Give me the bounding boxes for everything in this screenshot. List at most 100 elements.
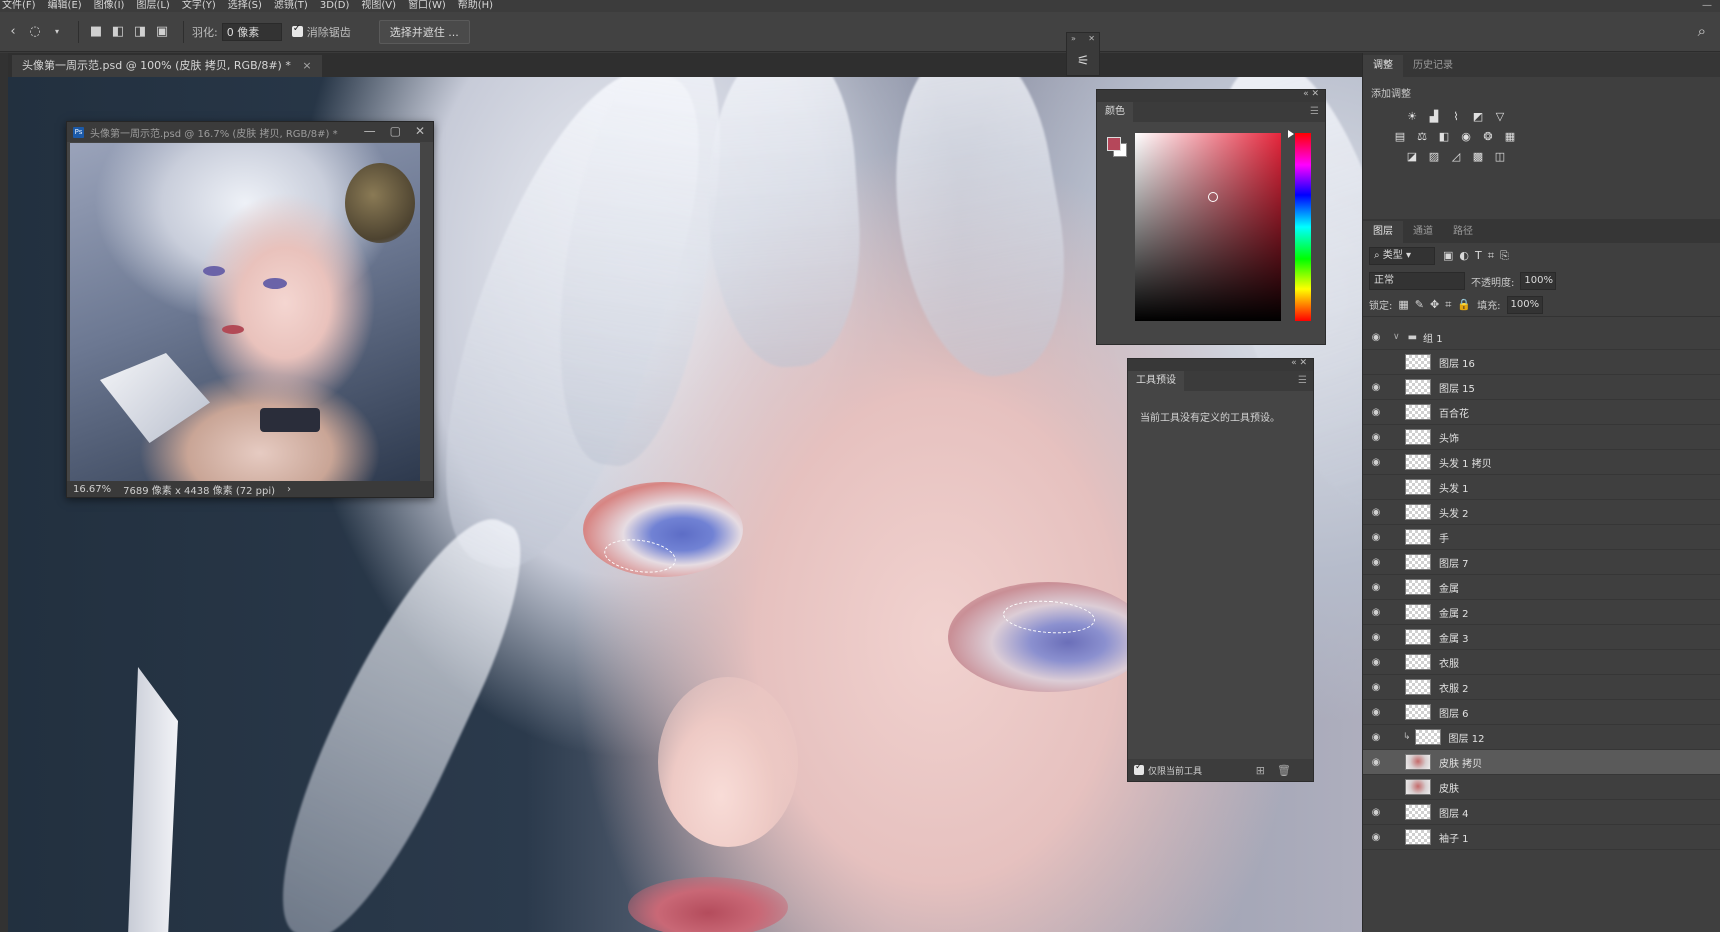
- layer-row[interactable]: ◉ 图层 4: [1363, 800, 1720, 825]
- eye-icon[interactable]: ◉: [1363, 657, 1389, 668]
- photo-filter-icon[interactable]: ◉: [1459, 130, 1473, 144]
- tab-paths[interactable]: 路径: [1443, 221, 1483, 243]
- menu-help[interactable]: 帮助(H): [458, 0, 493, 12]
- layer-row[interactable]: ◉ 衣服: [1363, 650, 1720, 675]
- navigator-title-bar[interactable]: Ps 头像第一周示范.psd @ 16.7% (皮肤 拷贝, RGB/8#) *…: [67, 122, 433, 142]
- layer-filter-kind[interactable]: ⌕ 类型 ▾: [1369, 247, 1435, 265]
- eye-icon[interactable]: ◉: [1363, 507, 1389, 518]
- menu-filter[interactable]: 滤镜(T): [274, 0, 308, 12]
- layer-row[interactable]: 图层 16: [1363, 350, 1720, 375]
- new-selection-icon[interactable]: ■: [87, 23, 105, 41]
- layer-row[interactable]: ◉ 图层 6: [1363, 700, 1720, 725]
- layer-row[interactable]: ◉ 头发 2: [1363, 500, 1720, 525]
- eye-icon[interactable]: ◉: [1363, 407, 1389, 418]
- color-lookup-icon[interactable]: ▦: [1503, 130, 1517, 144]
- invert-icon[interactable]: ◪: [1405, 150, 1419, 164]
- intersect-selection-icon[interactable]: ▣: [153, 23, 171, 41]
- select-and-mask-button[interactable]: 选择并遮住 ...: [378, 19, 470, 44]
- close-icon[interactable]: ✕: [415, 124, 425, 138]
- type-filter-icon[interactable]: T: [1475, 249, 1482, 262]
- lasso-tool-icon[interactable]: ◌: [26, 23, 44, 41]
- eye-icon[interactable]: ◉: [1363, 732, 1389, 743]
- pixel-filter-icon[interactable]: ▣: [1443, 249, 1453, 262]
- black-white-icon[interactable]: ◧: [1437, 130, 1451, 144]
- navigator-preview-image[interactable]: [70, 143, 420, 483]
- layer-row[interactable]: 皮肤: [1363, 775, 1720, 800]
- new-preset-icon[interactable]: ⊞: [1256, 764, 1265, 777]
- subtract-selection-icon[interactable]: ◨: [131, 23, 149, 41]
- exposure-icon[interactable]: ◩: [1471, 110, 1485, 124]
- collapsed-panel-dock[interactable]: » ✕ ⚟: [1066, 32, 1100, 76]
- eye-icon[interactable]: ◉: [1363, 557, 1389, 568]
- expand-panels-icon[interactable]: »: [1071, 34, 1076, 43]
- add-selection-icon[interactable]: ◧: [109, 23, 127, 41]
- lock-position-icon[interactable]: ✥: [1430, 298, 1439, 311]
- layer-row[interactable]: ◉ 图层 15: [1363, 375, 1720, 400]
- layer-row[interactable]: ◉ 头发 1 拷贝: [1363, 450, 1720, 475]
- close-tab-icon[interactable]: ×: [302, 59, 311, 72]
- eye-icon[interactable]: ◉: [1363, 432, 1389, 443]
- blend-mode-select[interactable]: 正常: [1369, 272, 1465, 290]
- zoom-level[interactable]: 16.67%: [73, 484, 111, 495]
- lock-image-icon[interactable]: ✎: [1415, 298, 1424, 311]
- tab-tool-presets[interactable]: 工具预设: [1128, 371, 1184, 391]
- layer-row-selected[interactable]: ◉ 皮肤 拷贝: [1363, 750, 1720, 775]
- minimize-icon[interactable]: —: [1702, 0, 1712, 12]
- fill-input[interactable]: 100%: [1506, 295, 1543, 314]
- eye-icon[interactable]: ◉: [1363, 457, 1389, 468]
- menu-type[interactable]: 文字(Y): [182, 0, 216, 12]
- panel-menu-icon[interactable]: ☰: [1298, 375, 1307, 386]
- menu-layer[interactable]: 图层(L): [136, 0, 169, 12]
- smart-object-filter-icon[interactable]: ⎘: [1500, 249, 1509, 262]
- close-icon[interactable]: ✕: [1088, 34, 1095, 43]
- eye-icon[interactable]: ◉: [1363, 382, 1389, 393]
- levels-icon[interactable]: ▟: [1427, 110, 1441, 124]
- collapse-close-icon[interactable]: « ✕: [1291, 358, 1307, 368]
- antialias-checkbox[interactable]: [291, 23, 303, 37]
- shape-filter-icon[interactable]: ⌗: [1488, 249, 1494, 262]
- menu-file[interactable]: 文件(F): [2, 0, 36, 12]
- tab-color[interactable]: 颜色: [1097, 102, 1133, 122]
- curves-icon[interactable]: ⌇: [1449, 110, 1463, 124]
- eye-icon[interactable]: ◉: [1363, 757, 1389, 768]
- status-arrow-icon[interactable]: ›: [287, 484, 291, 495]
- menu-window[interactable]: 窗口(W): [408, 0, 446, 12]
- lock-all-icon[interactable]: 🔒: [1457, 298, 1471, 311]
- adjustment-filter-icon[interactable]: ◐: [1459, 249, 1469, 262]
- tool-dropdown-icon[interactable]: ▾: [48, 23, 66, 41]
- menu-image[interactable]: 图像(I): [94, 0, 125, 12]
- eye-icon[interactable]: ◉: [1363, 607, 1389, 618]
- tool-arrow-icon[interactable]: ‹: [4, 23, 22, 41]
- chevron-down-icon[interactable]: ∨: [1393, 332, 1400, 342]
- eye-icon[interactable]: ◉: [1363, 582, 1389, 593]
- menu-3d[interactable]: 3D(D): [320, 0, 350, 12]
- layer-row[interactable]: ◉ 百合花: [1363, 400, 1720, 425]
- layer-row[interactable]: ◉ 衣服 2: [1363, 675, 1720, 700]
- gradient-map-icon[interactable]: ◫: [1493, 150, 1507, 164]
- layer-row[interactable]: ◉ 手: [1363, 525, 1720, 550]
- panel-menu-icon[interactable]: ☰: [1310, 106, 1319, 117]
- menu-select[interactable]: 选择(S): [228, 0, 262, 12]
- maximize-icon[interactable]: ▢: [390, 124, 401, 138]
- color-balance-icon[interactable]: ⚖: [1415, 130, 1429, 144]
- eye-icon[interactable]: ◉: [1363, 332, 1389, 343]
- tab-history[interactable]: 历史记录: [1403, 55, 1463, 77]
- hue-slider-handle[interactable]: [1288, 130, 1294, 138]
- minimize-icon[interactable]: —: [364, 124, 376, 138]
- opacity-input[interactable]: 100%: [1520, 272, 1557, 290]
- current-tool-only-checkbox[interactable]: [1134, 762, 1144, 775]
- layer-row[interactable]: ◉ ↳ 图层 12: [1363, 725, 1720, 750]
- tab-layers[interactable]: 图层: [1363, 221, 1403, 243]
- layer-row[interactable]: ◉ ∨ ▬ 组 1: [1363, 325, 1720, 350]
- menu-view[interactable]: 视图(V): [361, 0, 396, 12]
- eye-icon[interactable]: ◉: [1363, 832, 1389, 843]
- hue-saturation-icon[interactable]: ▤: [1393, 130, 1407, 144]
- layer-row[interactable]: ◉ 金属: [1363, 575, 1720, 600]
- brightness-contrast-icon[interactable]: ☀: [1405, 110, 1419, 124]
- trash-icon[interactable]: 🗑: [1277, 764, 1291, 777]
- layer-row[interactable]: ◉ 头饰: [1363, 425, 1720, 450]
- posterize-icon[interactable]: ▨: [1427, 150, 1441, 164]
- lock-transparent-icon[interactable]: ▦: [1398, 298, 1408, 311]
- eye-icon[interactable]: ◉: [1363, 632, 1389, 643]
- eye-icon[interactable]: ◉: [1363, 807, 1389, 818]
